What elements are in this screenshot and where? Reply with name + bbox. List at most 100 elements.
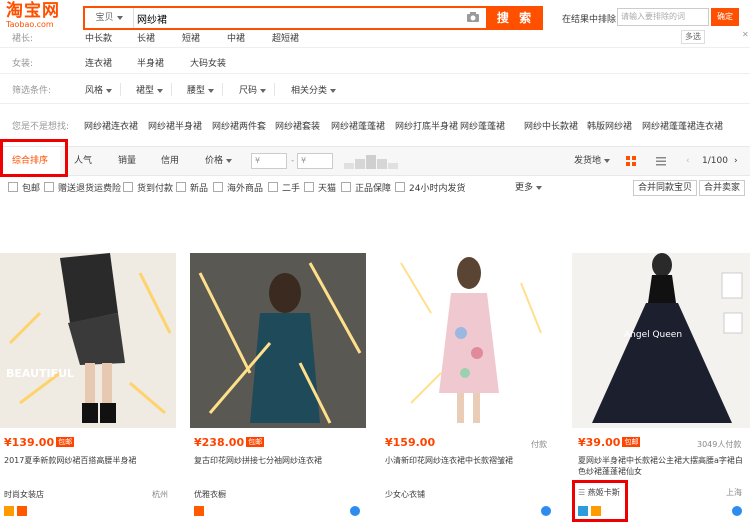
checkbox-free-shipping[interactable]: 包邮 (8, 182, 40, 194)
filter-option[interactable]: 中裙 (227, 31, 245, 44)
filter-dropdown[interactable]: 裙型 (136, 83, 173, 96)
more-options-dropdown[interactable]: 更多 (515, 182, 543, 194)
price-range-bars-icon[interactable] (344, 153, 400, 169)
sort-popularity-tab[interactable]: 人气 (74, 147, 92, 175)
suggest-link[interactable]: 韩版网纱裙 (587, 119, 632, 132)
filter-dropdown[interactable]: 尺码 (239, 83, 276, 96)
list-view-icon[interactable] (654, 154, 668, 168)
checkbox-new[interactable]: 新品 (176, 182, 208, 194)
checkbox-label: 货到付款 (137, 184, 174, 194)
sort-credit-tab[interactable]: 信用 (161, 147, 179, 175)
divider (0, 73, 750, 74)
price-max-input[interactable]: ¥ (297, 153, 333, 169)
suggest-link[interactable]: 网纱中长款裙 (524, 119, 578, 132)
filter-option[interactable]: 半身裙 (137, 56, 164, 69)
checkbox-return-insurance[interactable]: 赠送退货运费险 (44, 182, 121, 194)
checkbox-secondhand[interactable]: 二手 (268, 182, 300, 194)
divider (0, 103, 750, 104)
product-title[interactable]: 2017夏季新款网纱裙百搭高腰半身裙 (4, 455, 174, 477)
badge-icon (4, 506, 14, 516)
checkbox-icon (44, 182, 54, 192)
exclude-label: 在结果中排除 (562, 15, 617, 25)
ship-from-dropdown[interactable]: 发货地 (574, 147, 611, 175)
filter-option[interactable]: 连衣裙 (85, 56, 112, 69)
chevron-right-icon[interactable]: › (734, 147, 738, 175)
filter-option[interactable]: 短裙 (182, 31, 200, 44)
merge-same-items-button[interactable]: 合并同款宝贝 (633, 180, 698, 196)
product-card[interactable]: ¥238.00 包邮 复古印花网纱拼接七分袖网纱连衣裙 优雅衣橱 (190, 253, 366, 521)
exclude-confirm-button[interactable]: 确定 (711, 8, 739, 26)
suggest-link[interactable]: 网纱打底半身裙 (395, 119, 458, 132)
chevron-left-icon[interactable]: ‹ (686, 147, 690, 175)
product-title[interactable]: 复古印花网纱拼接七分袖网纱连衣裙 (194, 455, 364, 477)
chevron-down-icon (157, 88, 164, 93)
exclude-input[interactable]: 请输入要排除的词 (617, 8, 709, 26)
multi-select-button[interactable]: 多选 (681, 30, 705, 44)
shop-name[interactable]: 时尚女装店 (4, 489, 44, 500)
checkbox-tmall[interactable]: 天猫 (304, 182, 336, 194)
product-image-text: Angel Queen (624, 330, 682, 340)
checkbox-icon (176, 182, 186, 192)
checkbox-icon (123, 182, 133, 192)
wangwang-icon[interactable] (350, 506, 360, 519)
wangwang-icon[interactable] (732, 506, 742, 519)
product-image[interactable] (381, 253, 557, 428)
filter-women-label: 女装: (12, 59, 34, 69)
sort-sales-tab[interactable]: 销量 (118, 147, 136, 175)
product-image[interactable]: BEAUTIFUL (0, 253, 176, 428)
camera-icon[interactable] (466, 11, 480, 23)
checkbox-genuine[interactable]: 正品保障 (341, 182, 391, 194)
filter-dropdown[interactable]: 腰型 (187, 83, 224, 96)
filter-option[interactable]: 中长款 (85, 31, 112, 44)
suggest-link[interactable]: 网纱裙蓬蓬裙 (331, 119, 385, 132)
checkbox-cod[interactable]: 货到付款 (123, 182, 173, 194)
price-min-input[interactable]: ¥ (251, 153, 287, 169)
suggest-link[interactable]: 网纱蓬蓬裙 (460, 119, 505, 132)
filter-option[interactable]: 长裙 (137, 31, 155, 44)
checkbox-label: 包邮 (22, 184, 41, 194)
product-image[interactable]: Angel Queen (572, 253, 750, 428)
checkbox-icon (8, 182, 18, 192)
grid-view-icon[interactable] (624, 154, 638, 168)
checkbox-icon (213, 182, 223, 192)
product-price: ¥238.00 (194, 436, 245, 449)
suggest-link[interactable]: 网纱裙套装 (275, 119, 320, 132)
search-scope-select[interactable]: 宝贝 (85, 8, 134, 28)
filter-dropdown[interactable]: 相关分类 (291, 83, 337, 96)
product-card[interactable]: BEAUTIFUL ¥139.00 包邮 2017夏季新款网纱裙百搭高腰半身裙 时… (0, 253, 176, 521)
shop-name[interactable]: 优雅衣橱 (194, 489, 226, 500)
highlight-box (572, 480, 628, 522)
product-price: ¥139.00 (4, 436, 55, 449)
wangwang-icon[interactable] (541, 506, 551, 519)
filter-option[interactable]: 超短裙 (272, 31, 299, 44)
suggest-link[interactable]: 网纱裙蓬蓬裙连衣裙 (642, 119, 723, 132)
product-image[interactable] (190, 253, 366, 428)
product-title[interactable]: 夏网纱半身裙中长款裙公主裙大摆高腰a字裙白色纱裙蓬蓬裙仙女 (578, 455, 746, 477)
checkbox-label: 二手 (282, 184, 301, 194)
suggest-link[interactable]: 网纱裙半身裙 (148, 119, 202, 132)
chevron-down-icon (106, 88, 113, 93)
search-button[interactable]: 搜 索 (488, 6, 543, 30)
filter-dropdown-label: 尺码 (239, 86, 258, 96)
logo-cn: 淘宝网 (6, 1, 60, 21)
filter-dropdown[interactable]: 风格 (85, 83, 122, 96)
search-input[interactable] (137, 8, 457, 28)
shop-name[interactable]: 少女心衣铺 (385, 489, 425, 500)
suggest-link[interactable]: 网纱裙两件套 (212, 119, 266, 132)
suggest-link[interactable]: 网纱裙连衣裙 (84, 119, 138, 132)
checkbox-overseas[interactable]: 海外商品 (213, 182, 263, 194)
product-title[interactable]: 小清新印花网纱连衣裙中长款褶皱裙 (385, 455, 555, 477)
filter-option[interactable]: 大码女装 (190, 56, 226, 69)
merge-sellers-button[interactable]: 合并卖家 (699, 180, 746, 196)
free-shipping-tag: 包邮 (56, 437, 75, 447)
filter-dropdown-label: 相关分类 (291, 86, 328, 96)
sort-price-tab[interactable]: 价格 (205, 147, 233, 175)
close-icon[interactable]: ✕ (742, 30, 749, 39)
taobao-logo[interactable]: 淘宝网 Taobao.com (6, 2, 66, 32)
product-card[interactable]: ¥159.00 付款 小清新印花网纱连衣裙中长款褶皱裙 少女心衣铺 (381, 253, 557, 521)
checkbox-24h-ship[interactable]: 24小时内发货 (395, 182, 465, 194)
search-box: 宝贝 (83, 6, 488, 30)
chevron-down-icon (604, 158, 611, 163)
page-indicator: 1/100 (702, 156, 728, 166)
checkbox-icon (341, 182, 351, 192)
